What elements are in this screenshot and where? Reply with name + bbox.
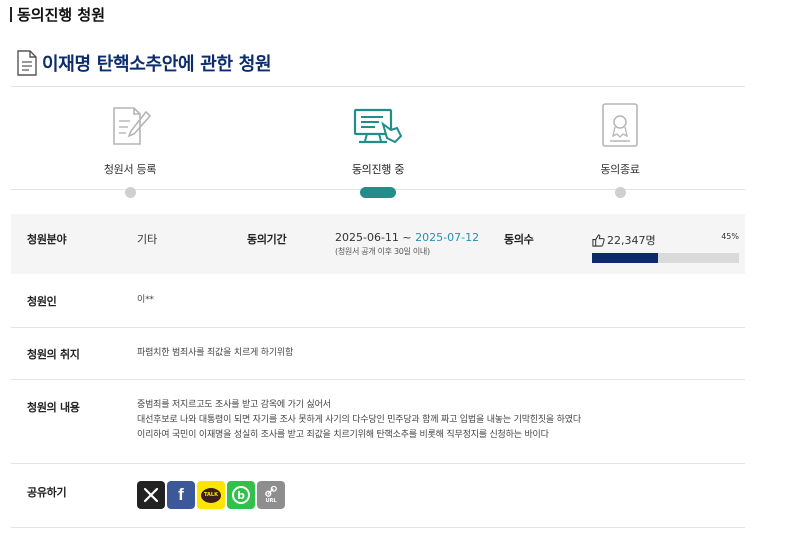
share-url-button[interactable]: URL — [257, 481, 285, 509]
period-start: 2025-06-11 — [335, 231, 399, 244]
petition-title: 이재명 탄핵소추안에 관한 청원 — [42, 54, 272, 75]
step-label: 청원서 등록 — [103, 163, 157, 176]
field-label: 청원분야 — [27, 233, 67, 246]
share-label: 공유하기 — [27, 486, 67, 499]
period-label: 동의기간 — [247, 233, 287, 246]
content-label: 청원의 내용 — [27, 401, 80, 414]
agree-count: 22,347명 — [592, 232, 656, 248]
progress-steps: 청원서 등록 동의진행 중 동의종료 — [11, 96, 745, 200]
kakaotalk-logo-text: TALK — [204, 492, 218, 498]
step-label: 동의종료 — [600, 163, 640, 176]
band-logo-text: b — [237, 488, 245, 502]
content-body: 중범죄를 저지르고도 조사를 받고 감옥에 가기 싫어서 대선후보로 나와 대통… — [137, 398, 581, 443]
share-band-button[interactable]: b — [227, 481, 255, 509]
period-block: 2025-06-11 ~ 2025-07-12 (청원서 공개 이후 30일 이… — [335, 231, 479, 257]
facebook-logo-icon: f — [178, 485, 184, 504]
share-kakaotalk-button[interactable]: TALK — [197, 481, 225, 509]
monitor-hand-icon — [353, 108, 403, 144]
step-dot-active — [360, 187, 396, 198]
x-logo-icon — [143, 487, 159, 503]
period-separator: ~ — [398, 231, 416, 244]
share-x-button[interactable] — [137, 481, 165, 509]
kakaotalk-logo-icon: TALK — [201, 487, 221, 503]
url-label: URL — [265, 498, 277, 504]
purpose-value: 파렴치한 범죄사를 죄값을 치르게 하기위함 — [137, 348, 294, 358]
period-note: (청원서 공개 이후 30일 이내) — [335, 247, 430, 256]
petitioner-value: 이** — [137, 295, 154, 305]
petitioner-label: 청원인 — [27, 295, 57, 308]
petition-title-block: 이재명 탄핵소추안에 관한 청원 — [16, 50, 272, 76]
content-line: 대선후보로 나와 대통령이 되면 자기를 조사 못하게 사기의 다수당인 민주당… — [137, 415, 581, 425]
share-row: 공유하기 f TALK b URL — [11, 464, 745, 528]
band-logo-icon: b — [232, 486, 250, 504]
certificate-icon — [602, 103, 638, 147]
purpose-row: 청원의 취지 파렴치한 범죄사를 죄값을 치르게 하기위함 — [11, 328, 745, 380]
field-value: 기타 — [137, 233, 158, 246]
share-facebook-button[interactable]: f — [167, 481, 195, 509]
share-buttons: f TALK b URL — [137, 481, 287, 509]
link-icon — [264, 486, 277, 497]
section-title: 동의진행 청원 — [17, 5, 106, 24]
heading-bar — [10, 6, 12, 22]
count-label: 동의수 — [504, 233, 534, 246]
content-line: 중범죄를 저지르고도 조사를 받고 감옥에 가기 싫어서 — [137, 400, 331, 410]
bottom-divider — [11, 527, 745, 528]
title-divider — [11, 86, 745, 87]
period-end: 2025-07-12 — [415, 231, 480, 244]
agree-progress-bar — [592, 253, 739, 263]
step-dot — [124, 187, 136, 198]
section-heading: 동의진행 청원 — [10, 4, 105, 24]
step-in-progress: 동의진행 중 — [318, 96, 438, 198]
petition-info-row: 청원분야 기타 동의기간 2025-06-11 ~ 2025-07-12 (청원… — [11, 214, 745, 274]
step-registration: 청원서 등록 — [70, 96, 190, 198]
purpose-label: 청원의 취지 — [27, 348, 80, 361]
content-row: 청원의 내용 중범죄를 저지르고도 조사를 받고 감옥에 가기 싫어서 대선후보… — [11, 380, 745, 464]
step-label: 동의진행 중 — [351, 163, 405, 176]
step-dot — [614, 187, 626, 198]
content-line: 이리하여 국민이 이재명을 성실히 조사를 받고 죄값을 치르기위해 탄핵소추를… — [137, 430, 549, 440]
step-completed: 동의종료 — [560, 96, 680, 198]
count-value: 22,347명 — [607, 234, 656, 247]
thumbs-up-icon — [592, 233, 605, 247]
agree-progress-fill — [592, 253, 659, 263]
petitioner-row: 청원인 이** — [11, 274, 745, 328]
document-icon — [17, 50, 37, 76]
percent-text: 45% — [721, 232, 739, 241]
pen-document-icon — [113, 107, 152, 145]
